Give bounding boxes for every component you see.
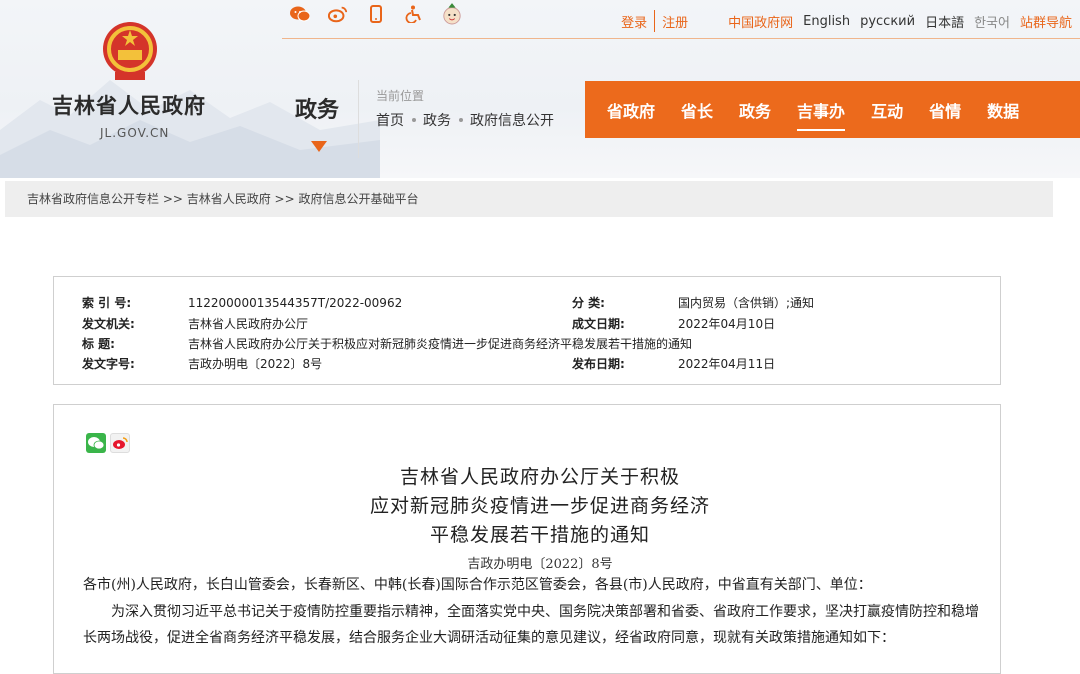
- info-issuer-value: 吉林省人民政府办公厅: [188, 317, 309, 331]
- site-domain: JL.GOV.CN: [100, 126, 170, 140]
- info-category-label: 分 类:: [572, 296, 605, 310]
- info-date-value: 2022年04月10日: [678, 317, 776, 331]
- info-date-row: 成文日期: 2022年04月10日: [572, 315, 775, 332]
- top-icon-strip: [290, 3, 480, 32]
- login-link[interactable]: 登录: [621, 12, 647, 31]
- section-title: 政务: [295, 98, 340, 123]
- info-issuer-row: 发文机关: 吉林省人民政府办公厅: [82, 315, 308, 332]
- accessibility-icon[interactable]: [404, 4, 424, 24]
- section-divider: [358, 80, 359, 158]
- crumb-home[interactable]: 首页: [376, 110, 404, 130]
- russian-link[interactable]: русский: [860, 14, 915, 29]
- nav-item-province-gov[interactable]: 省政府: [607, 98, 655, 122]
- top-links: 登录 注册 中国政府网 English русский 日本語 한국어 站群导航: [621, 10, 1072, 32]
- article-doc-number: 吉政办明电〔2022〕8号: [467, 557, 613, 572]
- info-docno-row: 发文字号: 吉政办明电〔2022〕8号: [82, 355, 322, 372]
- info-index-row: 索 引 号: 11220000013544357T/2022-00962: [82, 294, 402, 311]
- japanese-link[interactable]: 日本語: [925, 12, 964, 31]
- nav-item-data[interactable]: 数据: [987, 98, 1019, 122]
- info-index-value: 11220000013544357T/2022-00962: [188, 296, 403, 310]
- location-label: 当前位置: [376, 89, 425, 103]
- article-intro-line-1: 为深入贯彻习近平总书记关于疫情防控重要指示精神，全面落实党中央、国务院决策部署和…: [111, 604, 979, 620]
- info-publish-row: 发布日期: 2022年04月11日: [572, 355, 775, 372]
- weibo-icon[interactable]: [328, 4, 348, 24]
- wechat-share-icon[interactable]: [86, 433, 106, 453]
- crumb-dot-icon: [459, 118, 463, 122]
- nav-item-province-info[interactable]: 省情: [929, 98, 961, 122]
- english-link[interactable]: English: [803, 14, 850, 29]
- korean-link[interactable]: 한국어: [974, 12, 1010, 31]
- info-title-label: 标 题:: [82, 337, 115, 351]
- weibo-share-icon[interactable]: [110, 433, 130, 453]
- nav-item-interaction[interactable]: 互动: [871, 98, 903, 122]
- article-intro-line-2: 长两场战役，促进全省商务经济平稳发展，结合服务企业大调研活动征集的意见建议，经省…: [83, 630, 895, 646]
- nav-item-jishiban[interactable]: 吉事办: [797, 98, 846, 131]
- info-issuer-label: 发文机关:: [82, 317, 135, 331]
- location-breadcrumb: 首页 政务 政府信息公开: [376, 110, 554, 130]
- info-docno-label: 发文字号:: [82, 357, 135, 371]
- crumb-affairs[interactable]: 政务: [423, 110, 451, 130]
- article-title-line-1: 吉林省人民政府办公厅关于积极: [399, 466, 680, 488]
- article-addressees: 各市(州)人民政府，长白山管委会，长春新区、中韩(长春)国际合作示范区管委会，各…: [83, 577, 872, 593]
- mascot-icon[interactable]: [442, 3, 462, 25]
- breadcrumb[interactable]: 吉林省政府信息公开专栏 >> 吉林省人民政府 >> 政府信息公开基础平台: [5, 181, 1053, 217]
- info-docno-value: 吉政办明电〔2022〕8号: [188, 357, 323, 371]
- article-title-line-2: 应对新冠肺炎疫情进一步促进商务经济: [369, 495, 710, 517]
- site-title[interactable]: 吉林省人民政府: [52, 90, 206, 120]
- national-emblem-logo[interactable]: [101, 20, 159, 82]
- mobile-icon[interactable]: [366, 4, 386, 24]
- login-divider: [654, 10, 656, 32]
- register-link[interactable]: 注册: [662, 12, 688, 31]
- crumb-info-disclosure[interactable]: 政府信息公开: [470, 110, 554, 130]
- info-category-value: 国内贸易（含供销）;通知: [678, 296, 815, 310]
- info-date-label: 成文日期:: [572, 317, 625, 331]
- article-title-line-3: 平稳发展若干措施的通知: [429, 524, 650, 546]
- main-nav: 省政府 省长 政务 吉事办 互动 省情 数据: [585, 81, 1080, 138]
- top-divider-line: [282, 38, 1080, 39]
- site-nav-link[interactable]: 站群导航: [1020, 12, 1072, 31]
- section-arrow-icon: [311, 141, 327, 152]
- share-buttons: [86, 433, 130, 453]
- nav-item-governor[interactable]: 省长: [681, 98, 713, 122]
- nav-item-affairs[interactable]: 政务: [739, 98, 771, 122]
- gov-portal-link[interactable]: 中国政府网: [728, 12, 793, 31]
- info-title-value: 吉林省人民政府办公厅关于积极应对新冠肺炎疫情进一步促进商务经济平稳发展若干措施的…: [188, 337, 693, 351]
- info-publish-label: 发布日期:: [572, 357, 625, 371]
- crumb-dot-icon: [412, 118, 416, 122]
- wechat-icon[interactable]: [290, 4, 310, 24]
- info-title-row: 标 题: 吉林省人民政府办公厅关于积极应对新冠肺炎疫情进一步促进商务经济平稳发展若…: [82, 335, 692, 352]
- info-category-row: 分 类: 国内贸易（含供销）;通知: [572, 294, 814, 311]
- info-publish-value: 2022年04月11日: [678, 357, 776, 371]
- info-index-label: 索 引 号:: [82, 296, 132, 310]
